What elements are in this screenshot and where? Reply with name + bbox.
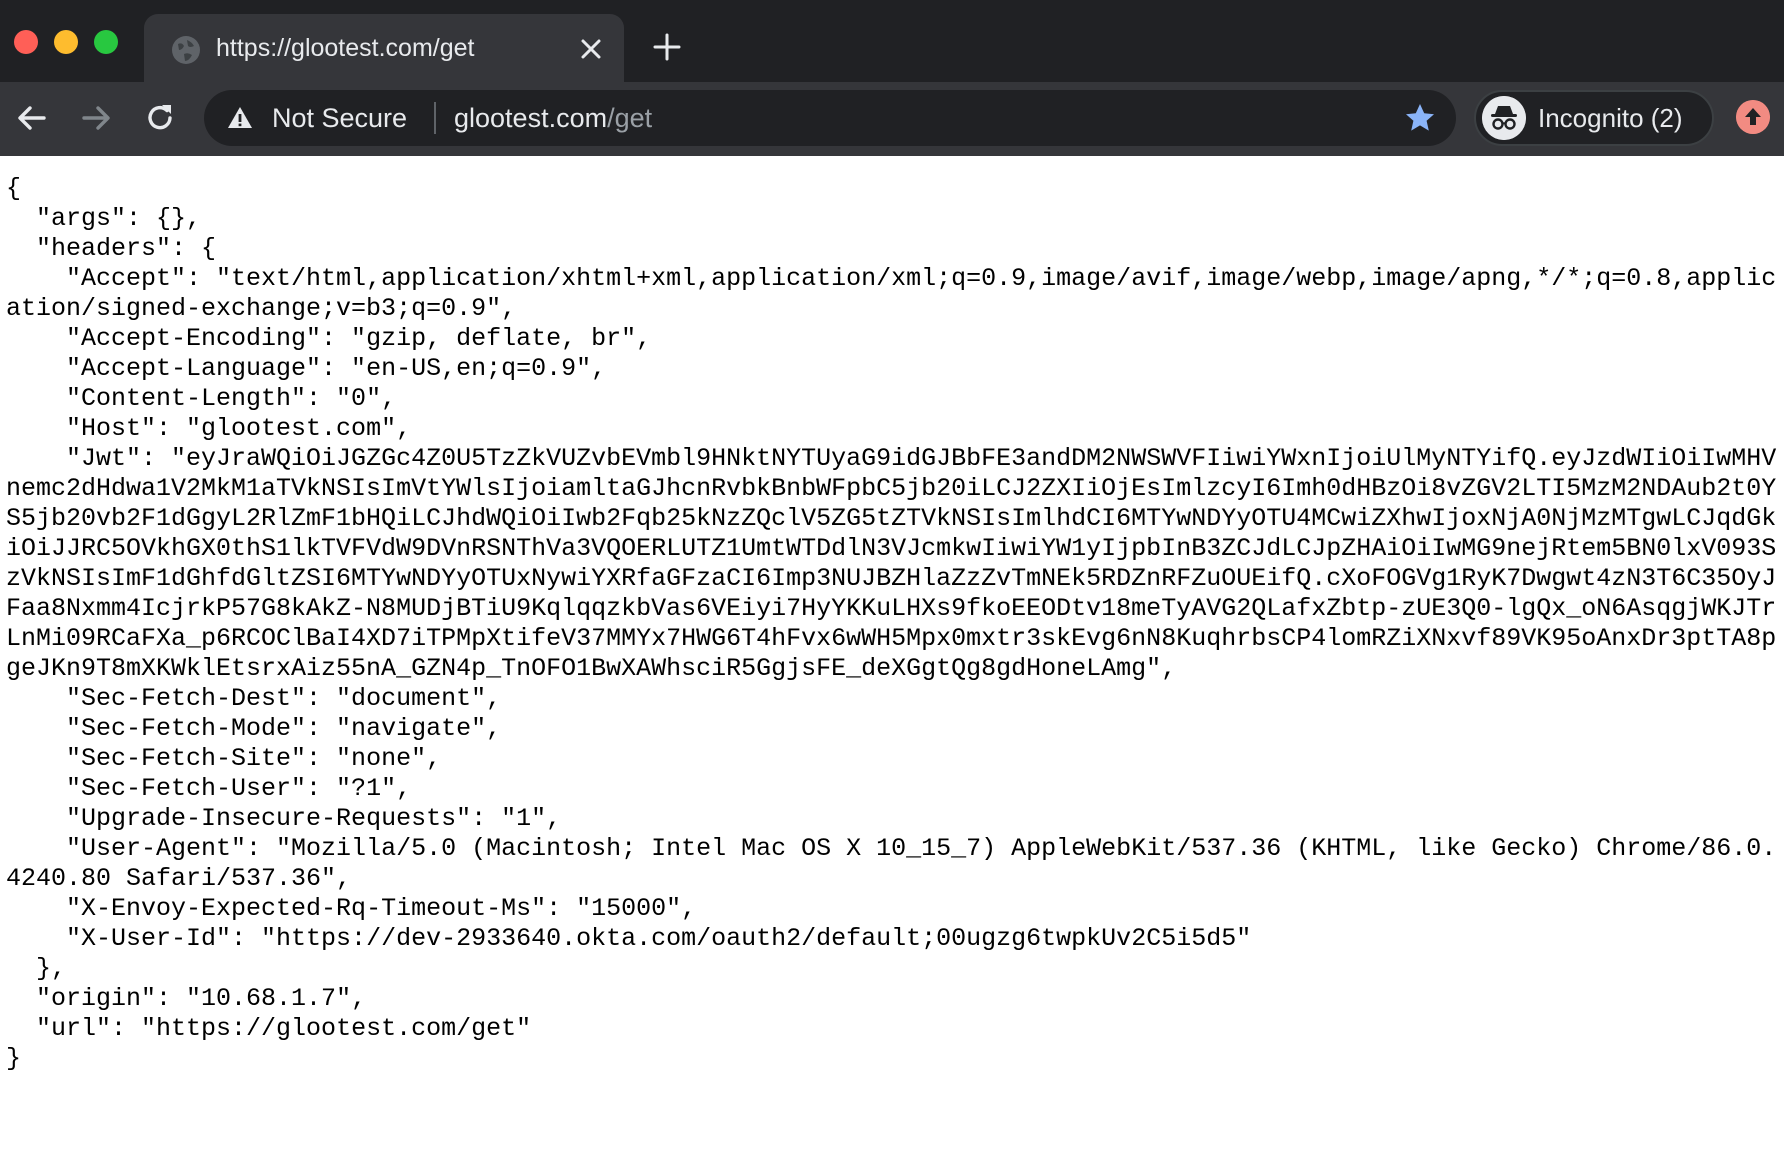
close-icon[interactable]: [580, 38, 602, 60]
plus-icon[interactable]: [652, 32, 682, 62]
tab-strip: https://glootest.com/get: [0, 0, 1784, 82]
star-icon[interactable]: [1404, 102, 1436, 134]
security-status-label[interactable]: Not Secure: [272, 102, 407, 134]
address-bar[interactable]: Not Secure glootest.com/get: [204, 90, 1456, 146]
page-content: { "args": {}, "headers": { "Accept": "te…: [0, 156, 1784, 1170]
globe-icon: [172, 36, 200, 64]
close-window-button[interactable]: [14, 30, 38, 54]
reload-icon[interactable]: [142, 100, 178, 136]
arrow-right-icon[interactable]: [78, 100, 114, 136]
toolbar: Not Secure glootest.com/get Incognito (2…: [0, 82, 1784, 156]
url-host: glootest.com: [454, 103, 608, 133]
minimize-window-button[interactable]: [54, 30, 78, 54]
incognito-icon: [1482, 96, 1526, 140]
url-path: /get: [607, 103, 653, 133]
warning-icon[interactable]: [226, 104, 254, 132]
browser-window: https://glootest.com/get Not Secure gloo…: [0, 0, 1784, 156]
update-arrow-icon[interactable]: [1736, 100, 1770, 134]
omnibox-divider: [434, 102, 436, 134]
url-text[interactable]: glootest.com/get: [454, 102, 652, 134]
incognito-label: Incognito (2): [1538, 103, 1683, 133]
json-response-body: { "args": {}, "headers": { "Accept": "te…: [6, 174, 1777, 1073]
maximize-window-button[interactable]: [94, 30, 118, 54]
tab-title: https://glootest.com/get: [216, 34, 475, 62]
arrow-left-icon[interactable]: [14, 100, 50, 136]
incognito-profile-button[interactable]: Incognito (2): [1474, 90, 1714, 146]
tab-active[interactable]: https://glootest.com/get: [144, 14, 624, 82]
